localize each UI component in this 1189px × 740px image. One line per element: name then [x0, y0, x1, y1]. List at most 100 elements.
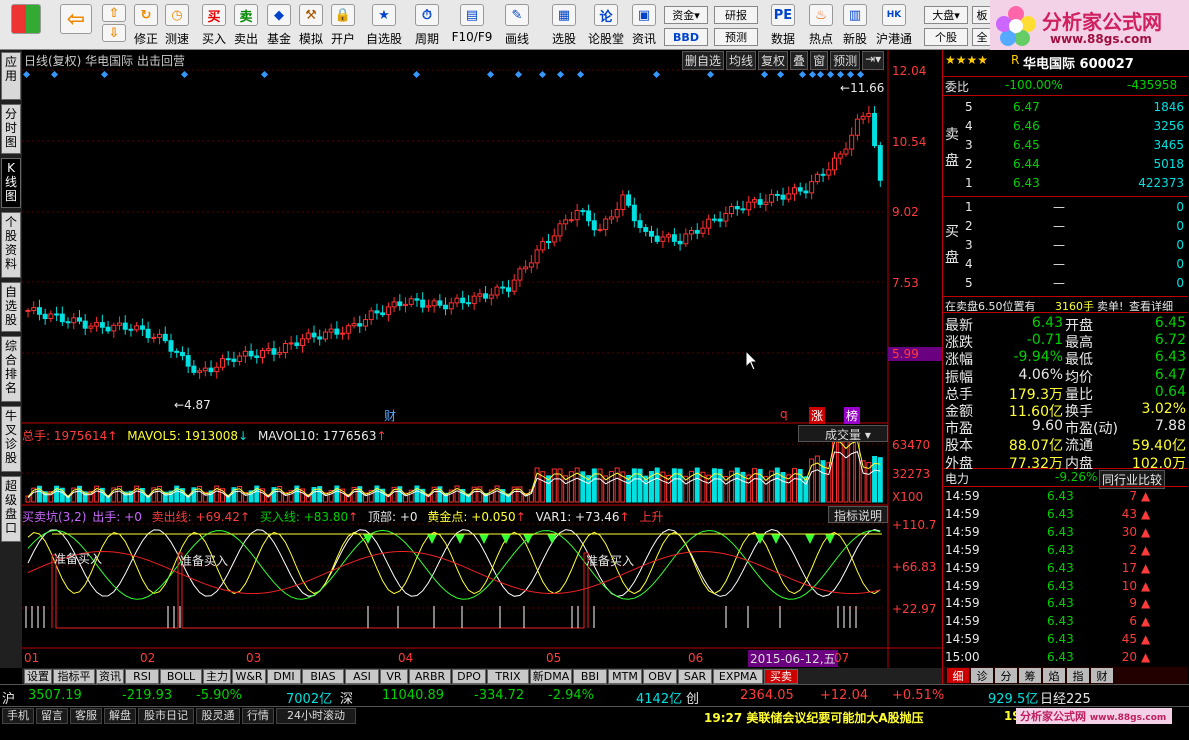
- sz-pct: -2.94%: [548, 688, 594, 703]
- footer-button[interactable]: 客服: [70, 708, 102, 724]
- open-account-button[interactable]: 🔒 开户: [329, 2, 357, 48]
- data-button[interactable]: PE 数据: [765, 2, 801, 48]
- draw-line-button[interactable]: ✎ 画线: [500, 2, 534, 48]
- indicator-tab[interactable]: BOLL: [160, 669, 202, 684]
- quote-subtab[interactable]: 财: [1091, 668, 1113, 683]
- forecast-chart-button[interactable]: 预测: [830, 51, 861, 70]
- indicator-tab[interactable]: OBV: [643, 669, 677, 684]
- up-down-buttons[interactable]: ⇧ ⇩: [102, 2, 126, 48]
- research-button[interactable]: 研报: [714, 6, 758, 24]
- indicator-tab[interactable]: DMI: [267, 669, 301, 684]
- all-button[interactable]: 全: [972, 28, 992, 46]
- limit-up-marker[interactable]: 涨: [809, 407, 826, 424]
- indicator-tab[interactable]: VR: [380, 669, 408, 684]
- indicator-tab[interactable]: W&R: [232, 669, 266, 684]
- indicator-tab[interactable]: BBI: [573, 669, 607, 684]
- level-volume: 0: [1176, 238, 1184, 252]
- bbd-button[interactable]: BBD: [664, 28, 708, 46]
- market-button[interactable]: 大盘 ▾: [924, 6, 968, 24]
- fix-button[interactable]: ↻ 修正: [132, 2, 160, 48]
- indicator-tab[interactable]: 设置: [24, 669, 52, 684]
- quote-subtab[interactable]: 细: [947, 668, 969, 683]
- stock-select-button[interactable]: ▦ 选股: [547, 2, 581, 48]
- fund-flow-button[interactable]: 资金 ▾: [664, 6, 708, 24]
- period-button[interactable]: ⏱ 周期: [412, 2, 442, 48]
- indicator-tab[interactable]: TRIX: [487, 669, 529, 684]
- news-ticker[interactable]: 19:27 美联储会议纪要可能加大A股抛压: [704, 709, 924, 726]
- adjust-button[interactable]: 复权: [758, 51, 789, 70]
- vtab-intraday[interactable]: 分时图: [1, 104, 21, 154]
- indicator-tab[interactable]: MTM: [608, 669, 642, 684]
- quote-subtab[interactable]: 分: [995, 668, 1017, 683]
- f10-button[interactable]: ▤ F10/F9: [452, 2, 492, 48]
- indicator-tab[interactable]: DPO: [452, 669, 486, 684]
- price-tick: 12.04: [892, 64, 927, 78]
- single-stock-button[interactable]: 个股: [924, 28, 968, 46]
- vtab-level2[interactable]: 超级盘口: [1, 476, 21, 542]
- collapse-icon[interactable]: ⇥▾: [862, 51, 885, 70]
- footer-button[interactable]: 留言: [36, 708, 68, 724]
- indicator-tab[interactable]: ARBR: [409, 669, 451, 684]
- footer-button[interactable]: 解盘: [104, 708, 136, 724]
- footer-button[interactable]: 行情: [242, 708, 274, 724]
- q-marker[interactable]: q: [780, 407, 788, 421]
- vtab-ranking[interactable]: 综合排名: [1, 336, 21, 402]
- finance-marker[interactable]: 财: [384, 407, 396, 424]
- hot-button[interactable]: ♨ 热点: [806, 2, 836, 48]
- indicator-tab[interactable]: 主力: [203, 669, 231, 684]
- sell-button[interactable]: 卖 卖出: [232, 2, 260, 48]
- sector-button[interactable]: 板: [972, 6, 992, 24]
- back-button[interactable]: ⇦: [56, 2, 96, 48]
- hk-connect-button[interactable]: HK 沪港通: [874, 2, 914, 48]
- candle-body: [740, 208, 746, 211]
- kline-chart-area[interactable]: 日线(复权) 华电国际 出击回营 删自选 均线 复权 叠 窗 预测 ⇥▾ 12.…: [22, 50, 942, 668]
- fund-button[interactable]: ◆ 基金: [265, 2, 293, 48]
- windows-logo-icon[interactable]: [6, 2, 46, 48]
- tick-price: 6.43: [1047, 632, 1074, 647]
- remove-watchlist-button[interactable]: 删自选: [682, 51, 725, 70]
- indicator-tab[interactable]: 指标平台: [53, 669, 95, 697]
- ma-button[interactable]: 均线: [726, 51, 757, 70]
- vtab-apps[interactable]: 应用: [1, 52, 21, 100]
- down-arrow-icon[interactable]: ⇩: [102, 24, 126, 42]
- vtab-diagnosis[interactable]: 牛叉诊股: [1, 406, 21, 472]
- watchlist-button[interactable]: ★ 自选股: [365, 2, 403, 48]
- indicator-tab[interactable]: 买卖坑: [764, 669, 798, 697]
- ranking-marker[interactable]: 榜: [844, 407, 861, 424]
- forecast-button[interactable]: 预测: [714, 28, 758, 46]
- vtab-profile[interactable]: 个股资料: [1, 212, 21, 278]
- footer-button[interactable]: 股市日记: [138, 708, 194, 724]
- candle-body: [391, 301, 397, 308]
- indicator-tab[interactable]: EXPMA: [713, 669, 763, 684]
- footer-button[interactable]: 手机: [2, 708, 34, 724]
- forum-button[interactable]: 论 论股堂: [588, 2, 624, 48]
- buy-button[interactable]: 买 买入: [200, 2, 228, 48]
- simulate-button[interactable]: ⚒ 模拟: [297, 2, 325, 48]
- speed-test-label: 测速: [164, 32, 189, 46]
- quote-subtab[interactable]: 筹: [1019, 668, 1041, 683]
- footer-button[interactable]: 股灵通: [196, 708, 240, 724]
- quote-subtab[interactable]: 焰: [1043, 668, 1065, 683]
- indicator-tab[interactable]: 新DMA: [530, 669, 572, 684]
- footer-button[interactable]: 24小时滚动: [276, 708, 356, 724]
- vtab-watchlist[interactable]: 自选股: [1, 282, 21, 332]
- indicator-tab[interactable]: BIAS: [302, 669, 344, 684]
- indicator-tab[interactable]: SAR: [678, 669, 712, 684]
- quote-subtab[interactable]: 诊: [971, 668, 993, 683]
- candle-body: [317, 336, 323, 340]
- news-button[interactable]: ▣ 资讯: [630, 2, 658, 48]
- vtab-kline[interactable]: K线图: [1, 158, 21, 208]
- overlay-button[interactable]: 叠: [790, 51, 809, 70]
- indicator-help-button[interactable]: 指标说明: [828, 506, 888, 523]
- window-button[interactable]: 窗: [810, 51, 829, 70]
- speed-test-button[interactable]: ◷ 测速: [163, 2, 191, 48]
- indicator-tab[interactable]: 资讯: [96, 669, 124, 684]
- order-alert[interactable]: 在卖盘6.50位置有 3160手 卖单! 查看详细: [943, 296, 1188, 313]
- quote-subtab[interactable]: 指: [1067, 668, 1089, 683]
- indicator-tab[interactable]: RSI: [125, 669, 159, 684]
- new-stock-button[interactable]: ▥ 新股: [840, 2, 870, 48]
- up-arrow-icon[interactable]: ⇧: [102, 4, 126, 22]
- volume-select[interactable]: 成交量 ▾: [798, 425, 888, 442]
- indicator-tab[interactable]: ASI: [345, 669, 379, 684]
- chart-canvas[interactable]: [22, 50, 942, 668]
